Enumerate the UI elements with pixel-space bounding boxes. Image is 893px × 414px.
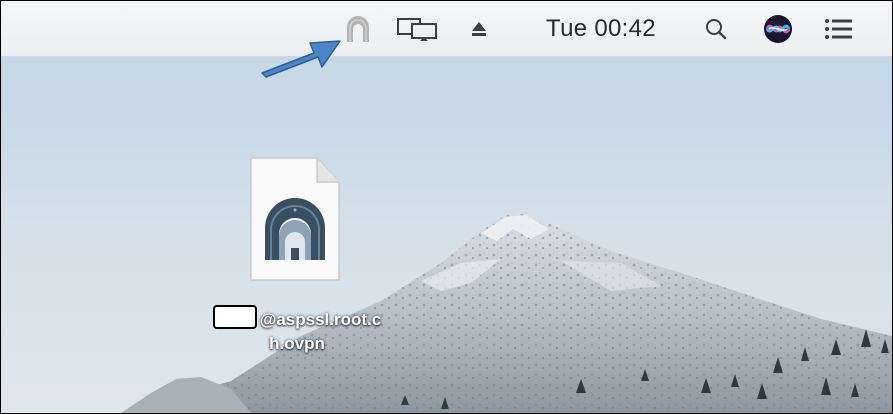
- redacted-username: [212, 305, 257, 329]
- menu-bar: Tue 00:42: [1, 1, 892, 57]
- ovpn-file-label[interactable]: @aspssl.root.c h.ovpn: [177, 305, 417, 356]
- ovpn-file-icon[interactable]: [247, 156, 343, 282]
- file-name-line-2: h.ovpn: [269, 334, 325, 353]
- file-name-line-1: @aspssl.root.c: [259, 310, 382, 329]
- screenshot-frame: Tue 00:42 @aspssl.root.c h.ovpn: [0, 0, 893, 414]
- tunnelblick-icon[interactable]: [343, 1, 373, 56]
- airplay-display-icon[interactable]: [395, 1, 441, 56]
- menu-bar-clock[interactable]: Tue 00:42: [531, 1, 671, 56]
- eject-icon[interactable]: [467, 1, 491, 56]
- siri-icon[interactable]: [761, 1, 795, 56]
- annotation-arrow: [261, 40, 341, 78]
- spotlight-search-icon[interactable]: [701, 1, 731, 56]
- desktop-wallpaper: [121, 213, 892, 413]
- notification-center-icon[interactable]: [821, 1, 857, 56]
